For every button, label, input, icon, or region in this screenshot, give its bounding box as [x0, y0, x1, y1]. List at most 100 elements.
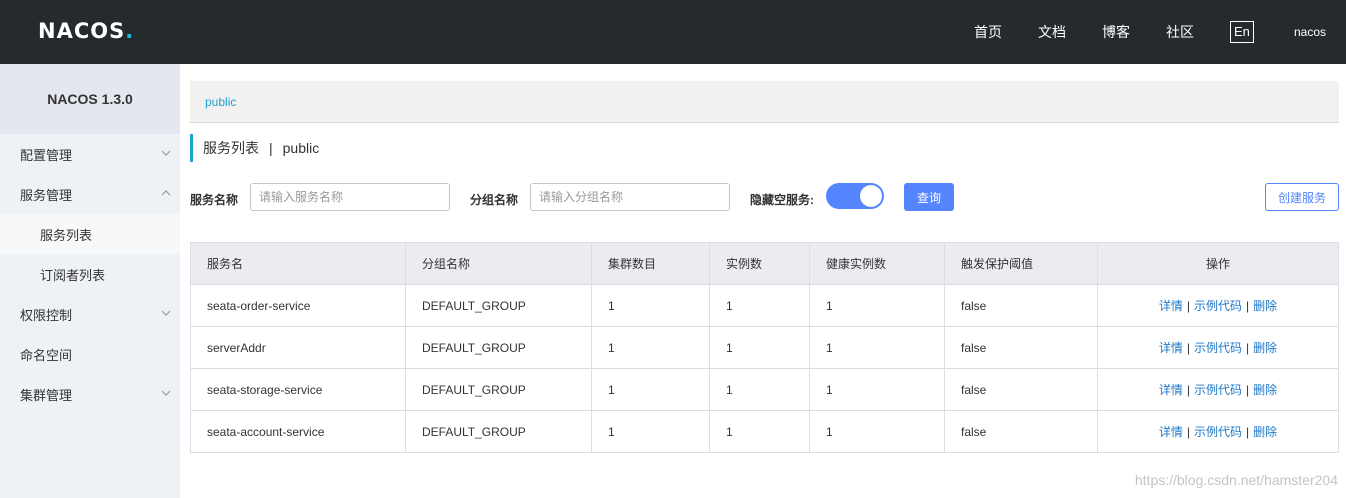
- breadcrumb-namespace[interactable]: public: [205, 95, 236, 109]
- sample-code-link[interactable]: 示例代码: [1194, 425, 1242, 439]
- cell-service-name: seata-account-service: [190, 410, 406, 453]
- chevron-down-icon: [161, 390, 171, 396]
- cell-group-name: DEFAULT_GROUP: [405, 410, 592, 453]
- group-name-input[interactable]: [530, 183, 730, 211]
- detail-link[interactable]: 详情: [1159, 383, 1183, 397]
- sidebar-item-label: 服务列表: [40, 227, 93, 243]
- cell-protect-threshold: false: [944, 326, 1098, 369]
- nav-community[interactable]: 社区: [1166, 22, 1194, 42]
- breadcrumb: public: [190, 81, 1339, 123]
- sidebar: NACOS 1.3.0 配置管理 服务管理 服务列表 订阅者列表 权限控制 命名…: [0, 64, 180, 498]
- delete-link[interactable]: 删除: [1253, 383, 1277, 397]
- create-service-button[interactable]: 创建服务: [1265, 183, 1339, 211]
- table-row: seata-order-service DEFAULT_GROUP 1 1 1 …: [190, 284, 1339, 327]
- page-title-namespace: public: [282, 140, 320, 156]
- filter-bar: 服务名称 分组名称 隐藏空服务: 查询 创建服务: [190, 183, 1339, 213]
- cell-service-name: serverAddr: [190, 326, 406, 369]
- cell-operations: 详情 | 示例代码 | 删除: [1097, 410, 1339, 453]
- logo-dot: .: [125, 19, 135, 43]
- cell-healthy-instance-count: 1: [809, 410, 945, 453]
- cell-cluster-count: 1: [591, 326, 710, 369]
- table-row: seata-account-service DEFAULT_GROUP 1 1 …: [190, 410, 1339, 453]
- delete-link[interactable]: 删除: [1253, 425, 1277, 439]
- sidebar-item-subscriber-list[interactable]: 订阅者列表: [0, 254, 180, 294]
- action-separator: |: [1246, 299, 1250, 313]
- sidebar-item-label: 服务管理: [20, 187, 73, 203]
- sample-code-link[interactable]: 示例代码: [1194, 383, 1242, 397]
- sidebar-item-namespace[interactable]: 命名空间: [0, 334, 180, 374]
- chevron-down-icon: [161, 150, 171, 156]
- chevron-up-icon: [161, 190, 171, 196]
- sidebar-item-access-control[interactable]: 权限控制: [0, 294, 180, 334]
- sidebar-item-label: 配置管理: [20, 147, 73, 163]
- service-name-input[interactable]: [250, 183, 450, 211]
- detail-link[interactable]: 详情: [1159, 425, 1183, 439]
- toggle-knob: [860, 185, 882, 207]
- service-table: 服务名 分组名称 集群数目 实例数 健康实例数 触发保护阈值 操作 seata-…: [190, 242, 1339, 453]
- cell-protect-threshold: false: [944, 368, 1098, 411]
- action-separator: |: [1246, 425, 1250, 439]
- sample-code-link[interactable]: 示例代码: [1194, 299, 1242, 313]
- column-header-healthy-instance-count: 健康实例数: [809, 242, 945, 285]
- cell-healthy-instance-count: 1: [809, 368, 945, 411]
- cell-cluster-count: 1: [591, 410, 710, 453]
- sample-code-link[interactable]: 示例代码: [1194, 341, 1242, 355]
- cell-operations: 详情 | 示例代码 | 删除: [1097, 326, 1339, 369]
- cell-group-name: DEFAULT_GROUP: [405, 326, 592, 369]
- cell-instance-count: 1: [709, 284, 810, 327]
- sidebar-item-service-list[interactable]: 服务列表: [0, 214, 180, 254]
- cell-operations: 详情 | 示例代码 | 删除: [1097, 284, 1339, 327]
- top-navbar: NACOS. 首页 文档 博客 社区 En nacos: [0, 0, 1346, 64]
- sidebar-item-service-management[interactable]: 服务管理: [0, 174, 180, 214]
- cell-instance-count: 1: [709, 410, 810, 453]
- cell-instance-count: 1: [709, 326, 810, 369]
- cell-cluster-count: 1: [591, 368, 710, 411]
- watermark: https://blog.csdn.net/hamster204: [1134, 472, 1338, 488]
- chevron-down-icon: [161, 310, 171, 316]
- nav-docs[interactable]: 文档: [1038, 22, 1066, 42]
- nacos-logo[interactable]: NACOS.: [38, 17, 134, 45]
- sidebar-item-label: 集群管理: [20, 387, 73, 403]
- page-title: 服务列表 | public: [190, 134, 319, 162]
- delete-link[interactable]: 删除: [1253, 299, 1277, 313]
- column-header-group-name: 分组名称: [405, 242, 592, 285]
- cell-healthy-instance-count: 1: [809, 284, 945, 327]
- sidebar-item-label: 订阅者列表: [40, 267, 106, 283]
- main-content: public 服务列表 | public 服务名称 分组名称 隐藏空服务: 查询…: [190, 64, 1339, 498]
- cell-cluster-count: 1: [591, 284, 710, 327]
- nav-home[interactable]: 首页: [974, 22, 1002, 42]
- page-title-text: 服务列表: [203, 140, 259, 156]
- nav-blog[interactable]: 博客: [1102, 22, 1130, 42]
- table-row: seata-storage-service DEFAULT_GROUP 1 1 …: [190, 368, 1339, 411]
- table-header-row: 服务名 分组名称 集群数目 实例数 健康实例数 触发保护阈值 操作: [190, 242, 1339, 285]
- detail-link[interactable]: 详情: [1159, 341, 1183, 355]
- query-button[interactable]: 查询: [904, 183, 954, 211]
- sidebar-item-cluster-management[interactable]: 集群管理: [0, 374, 180, 414]
- action-separator: |: [1246, 383, 1250, 397]
- sidebar-item-label: 权限控制: [20, 307, 73, 323]
- hide-empty-services-toggle[interactable]: [826, 183, 884, 209]
- logo-text: NACOS: [38, 19, 126, 43]
- cell-service-name: seata-order-service: [190, 284, 406, 327]
- sidebar-item-config-management[interactable]: 配置管理: [0, 134, 180, 174]
- cell-service-name: seata-storage-service: [190, 368, 406, 411]
- column-header-protect-threshold: 触发保护阈值: [944, 242, 1098, 285]
- delete-link[interactable]: 删除: [1253, 341, 1277, 355]
- cell-healthy-instance-count: 1: [809, 326, 945, 369]
- service-name-label: 服务名称: [190, 193, 239, 207]
- cell-group-name: DEFAULT_GROUP: [405, 284, 592, 327]
- sidebar-title: NACOS 1.3.0: [0, 64, 180, 134]
- group-name-label: 分组名称: [470, 193, 519, 207]
- action-separator: |: [1186, 341, 1190, 355]
- cell-protect-threshold: false: [944, 284, 1098, 327]
- language-switch-button[interactable]: En: [1229, 21, 1254, 43]
- column-header-instance-count: 实例数: [709, 242, 810, 285]
- column-header-operations: 操作: [1097, 242, 1339, 285]
- column-header-cluster-count: 集群数目: [591, 242, 710, 285]
- cell-instance-count: 1: [709, 368, 810, 411]
- detail-link[interactable]: 详情: [1159, 299, 1183, 313]
- action-separator: |: [1246, 341, 1250, 355]
- user-name[interactable]: nacos: [1294, 25, 1326, 39]
- action-separator: |: [1186, 383, 1190, 397]
- page-title-separator: |: [269, 140, 273, 156]
